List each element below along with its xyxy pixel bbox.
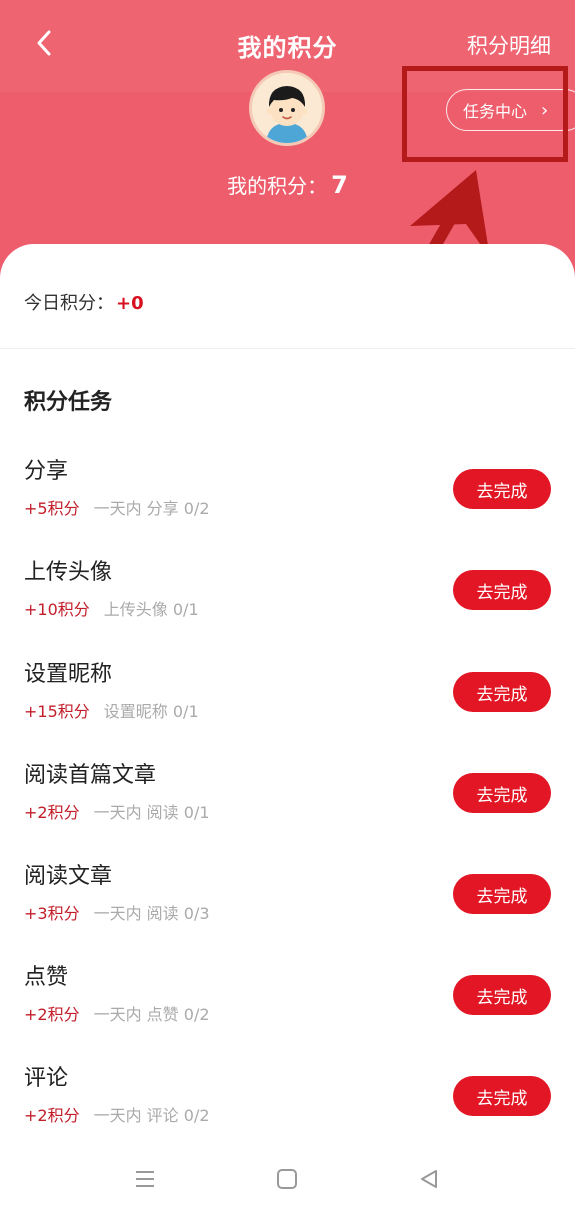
task-reward: +15积分	[24, 702, 90, 721]
points-detail-link[interactable]: 积分明细	[467, 30, 551, 60]
today-points-value: +0	[116, 293, 144, 314]
task-sub: +2积分 一天内 阅读 0/1	[24, 799, 210, 823]
nav-menu-button[interactable]	[130, 1164, 160, 1194]
system-nav-bar	[0, 1150, 575, 1206]
task-desc: 一天内 点赞 0/2	[93, 1005, 210, 1024]
task-complete-button[interactable]: 去完成	[453, 773, 551, 813]
task-desc: 一天内 阅读 0/3	[93, 904, 210, 923]
task-complete-button[interactable]: 去完成	[453, 1076, 551, 1116]
task-sub: +5积分 一天内 分享 0/2	[24, 495, 210, 519]
task-item-comment: 评论 +2积分 一天内 评论 0/2 去完成	[0, 1060, 575, 1150]
divider	[0, 348, 575, 349]
task-sub: +3积分 一天内 阅读 0/3	[24, 900, 210, 924]
task-name: 点赞	[24, 965, 69, 990]
task-sub: +15积分 设置昵称 0/1	[24, 698, 199, 722]
section-title: 积分任务	[24, 390, 113, 415]
task-name: 阅读文章	[24, 864, 113, 889]
task-item-read-articles: 阅读文章 +3积分 一天内 阅读 0/3 去完成	[0, 858, 575, 948]
task-item-upload-avatar: 上传头像 +10积分 上传头像 0/1 去完成	[0, 554, 575, 644]
task-desc: 设置昵称 0/1	[103, 702, 199, 721]
nav-back-button[interactable]	[414, 1164, 444, 1194]
task-item-read-first-article: 阅读首篇文章 +2积分 一天内 阅读 0/1 去完成	[0, 757, 575, 847]
annotation-highlight-box	[402, 66, 568, 162]
task-name: 上传头像	[24, 560, 113, 585]
task-reward: +2积分	[24, 1106, 80, 1125]
task-complete-button[interactable]: 去完成	[453, 570, 551, 610]
task-name: 评论	[24, 1066, 69, 1091]
task-desc: 上传头像 0/1	[103, 600, 199, 619]
points-card: 今日积分： +0 积分任务 分享 +5积分 一天内 分享 0/2 去完成 上传头像 …	[0, 244, 575, 1206]
task-sub: +2积分 一天内 评论 0/2	[24, 1102, 210, 1126]
nav-home-button[interactable]	[272, 1164, 302, 1194]
task-reward: +2积分	[24, 803, 80, 822]
task-reward: +5积分	[24, 499, 80, 518]
task-complete-button[interactable]: 去完成	[453, 874, 551, 914]
boy-avatar-icon	[252, 73, 322, 143]
task-reward: +10积分	[24, 600, 90, 619]
task-desc: 一天内 评论 0/2	[93, 1106, 210, 1125]
menu-icon	[136, 1171, 154, 1187]
today-points-label: 今日积分：	[24, 293, 114, 314]
task-item-share: 分享 +5积分 一天内 分享 0/2 去完成	[0, 453, 575, 543]
task-sub: +2积分 一天内 点赞 0/2	[24, 1001, 210, 1025]
task-item-like: 点赞 +2积分 一天内 点赞 0/2 去完成	[0, 959, 575, 1049]
task-desc: 一天内 阅读 0/1	[93, 803, 210, 822]
task-name: 分享	[24, 459, 69, 484]
task-reward: +2积分	[24, 1005, 80, 1024]
task-complete-button[interactable]: 去完成	[453, 672, 551, 712]
task-item-set-nickname: 设置昵称 +15积分 设置昵称 0/1 去完成	[0, 656, 575, 746]
task-name: 设置昵称	[24, 662, 113, 687]
my-points-label: 我的积分：	[227, 174, 328, 198]
task-reward: +3积分	[24, 904, 80, 923]
task-name: 阅读首篇文章	[24, 763, 157, 788]
back-triangle-icon	[421, 1170, 437, 1188]
task-sub: +10积分 上传头像 0/1	[24, 596, 199, 620]
task-complete-button[interactable]: 去完成	[453, 469, 551, 509]
home-square-icon	[277, 1169, 297, 1189]
task-complete-button[interactable]: 去完成	[453, 975, 551, 1015]
today-points: 今日积分： +0	[24, 289, 144, 315]
avatar[interactable]	[249, 70, 325, 146]
my-points-value: 7	[331, 171, 348, 199]
task-desc: 一天内 分享 0/2	[93, 499, 210, 518]
